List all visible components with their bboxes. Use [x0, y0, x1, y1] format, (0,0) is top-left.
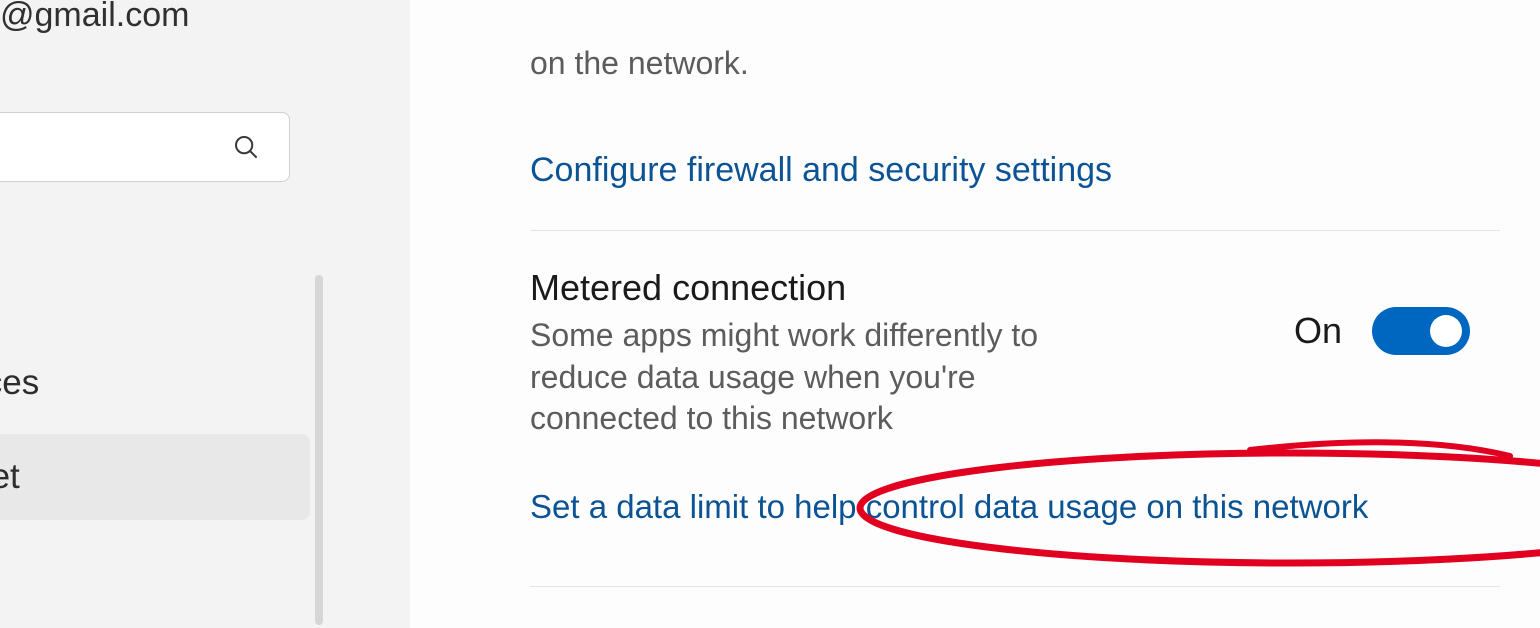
toggle-knob — [1430, 315, 1462, 347]
main-panel: on the network. Configure firewall and s… — [410, 0, 1540, 628]
sidebar-item-network-internet[interactable]: ernet — [0, 434, 310, 520]
set-data-limit-link[interactable]: Set a data limit to help control data us… — [530, 488, 1500, 526]
network-profile-section: on the network. Configure firewall and s… — [530, 42, 1500, 231]
toggle-state-label: On — [1294, 310, 1342, 352]
firewall-settings-link[interactable]: Configure firewall and security settings — [530, 151, 1500, 190]
search-input[interactable] — [0, 112, 290, 182]
search-icon — [231, 132, 261, 162]
sidebar-scrollbar[interactable] — [315, 275, 323, 625]
account-email: @gmail.com — [0, 0, 189, 35]
sidebar-item-bluetooth-devices[interactable]: evices — [0, 340, 310, 426]
metered-connection-toggle-group: On — [1294, 307, 1470, 355]
metered-connection-section: Metered connection Some apps might work … — [530, 231, 1500, 587]
network-profile-desc-fragment: on the network. — [530, 42, 1500, 85]
metered-connection-toggle[interactable] — [1372, 307, 1470, 355]
sidebar: @gmail.com evices ernet — [0, 0, 390, 628]
metered-connection-title: Metered connection — [530, 267, 1500, 309]
settings-window: @gmail.com evices ernet on the network. … — [0, 0, 1540, 628]
metered-connection-desc: Some apps might work differently to redu… — [530, 315, 1050, 440]
